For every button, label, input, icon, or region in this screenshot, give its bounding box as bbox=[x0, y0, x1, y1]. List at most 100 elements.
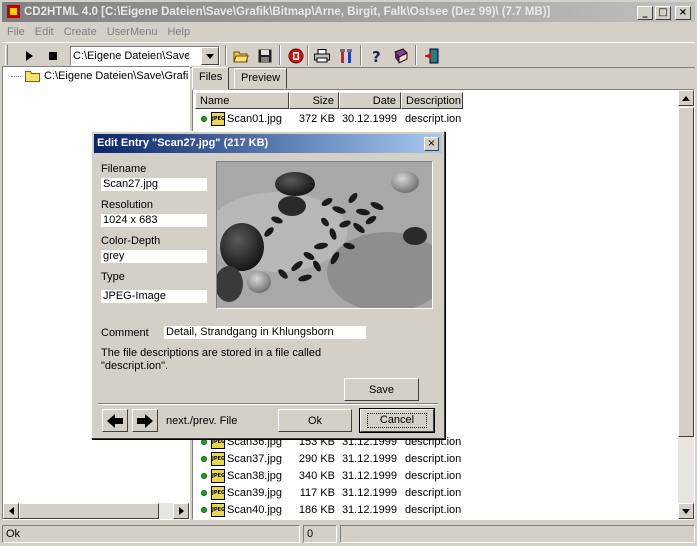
minimize-button[interactable]: _ bbox=[637, 6, 653, 20]
info-text: The file descriptions are stored in a fi… bbox=[101, 347, 322, 372]
tab-preview[interactable]: Preview bbox=[234, 68, 288, 89]
tab-files[interactable]: Files bbox=[192, 67, 230, 90]
edit-entry-dialog: Edit Entry "Scan27.jpg" (217 KB) × Filen… bbox=[91, 131, 445, 439]
jpeg-file-icon: JPEG bbox=[211, 111, 225, 126]
column-date[interactable]: Date bbox=[339, 92, 401, 109]
save-disk-icon[interactable] bbox=[254, 45, 276, 67]
dialog-title: Edit Entry "Scan27.jpg" (217 KB) bbox=[97, 137, 269, 149]
ok-button[interactable]: Ok bbox=[278, 409, 352, 432]
file-description: descript.ion bbox=[405, 486, 462, 499]
scroll-right-icon[interactable] bbox=[173, 503, 189, 519]
tree-connector bbox=[11, 75, 21, 77]
scroll-down-icon[interactable] bbox=[678, 503, 694, 519]
toolbar-grip[interactable] bbox=[5, 45, 8, 65]
file-size: 290 KB bbox=[298, 452, 335, 465]
status-dot-icon bbox=[201, 489, 207, 496]
filename-field[interactable]: Scan27.jpg bbox=[101, 178, 207, 191]
file-name: Scan39.jpg bbox=[227, 486, 283, 499]
folder-icon bbox=[25, 71, 40, 82]
status-extra bbox=[340, 525, 695, 543]
toolbar-separator bbox=[415, 45, 417, 65]
status-dot-icon bbox=[201, 472, 207, 479]
dialog-title-bar[interactable]: Edit Entry "Scan27.jpg" (217 KB) × bbox=[94, 134, 442, 153]
chevron-down-icon[interactable] bbox=[201, 47, 219, 65]
file-name-cell: JPEG Scan01.jpg bbox=[195, 111, 289, 126]
menu-bar: File Edit Create UserMenu Help bbox=[2, 23, 195, 41]
toolbar-separator bbox=[225, 45, 227, 65]
table-row[interactable]: JPEG Scan38.jpg 340 KB 31.12.1999 descript.i… bbox=[195, 467, 675, 484]
prev-file-button[interactable] bbox=[102, 409, 128, 432]
menu-help[interactable]: Help bbox=[162, 23, 195, 41]
menu-usermenu[interactable]: UserMenu bbox=[102, 23, 163, 41]
menu-file[interactable]: File bbox=[2, 23, 30, 41]
resolution-field[interactable]: 1024 x 683 bbox=[101, 214, 207, 227]
file-description: descript.ion bbox=[405, 503, 462, 516]
column-name[interactable]: Name bbox=[195, 92, 289, 109]
path-input[interactable] bbox=[71, 47, 189, 65]
file-name: Scan40.jpg bbox=[227, 503, 283, 516]
exit-door-icon[interactable] bbox=[421, 45, 443, 67]
status-count: 0 bbox=[303, 525, 337, 543]
tree-root-label: C:\Eigene Dateien\Save\Grafik\Bitmap bbox=[44, 70, 189, 82]
cancel-button-label: Cancel bbox=[366, 413, 428, 428]
column-size[interactable]: Size bbox=[289, 92, 339, 109]
comment-field[interactable]: Detail, Strandgang in Khlungsborn bbox=[164, 326, 366, 339]
jpeg-file-icon: JPEG bbox=[211, 485, 225, 500]
next-file-button[interactable] bbox=[132, 409, 158, 432]
file-name-cell: JPEG Scan38.jpg bbox=[195, 468, 289, 483]
file-description: descript.ion bbox=[405, 112, 462, 125]
arrow-right-icon bbox=[137, 413, 153, 428]
maximize-button[interactable]: □ bbox=[655, 6, 671, 20]
file-description: descript.ion bbox=[405, 452, 462, 465]
resolution-label: Resolution bbox=[101, 199, 153, 211]
file-description: descript.ion bbox=[405, 469, 462, 482]
tools-icon[interactable] bbox=[335, 45, 357, 67]
table-row[interactable]: JPEG Scan40.jpg 186 KB 31.12.1999 descript.i… bbox=[195, 501, 675, 518]
close-button[interactable]: × bbox=[675, 6, 691, 20]
book-icon[interactable] bbox=[390, 45, 412, 67]
ok-button-label: Ok bbox=[307, 414, 323, 427]
stop-icon[interactable] bbox=[42, 45, 64, 67]
menu-create[interactable]: Create bbox=[59, 23, 102, 41]
help-icon[interactable]: ? bbox=[366, 45, 388, 67]
save-button[interactable]: Save bbox=[344, 378, 419, 401]
file-date: 31.12.1999 bbox=[341, 452, 397, 465]
tree-root-node[interactable]: C:\Eigene Dateien\Save\Grafik\Bitmap bbox=[11, 70, 189, 82]
table-row[interactable]: JPEG Scan39.jpg 117 KB 31.12.1999 descript.i… bbox=[195, 484, 675, 501]
comment-label: Comment bbox=[101, 327, 149, 339]
title-bar[interactable]: CD2HTML 4.0 [C:\Eigene Dateien\Save\Graf… bbox=[2, 2, 695, 22]
column-description[interactable]: Description bbox=[401, 92, 463, 109]
table-row[interactable]: JPEG Scan01.jpg 372 KB 30.12.1999 descript.i… bbox=[195, 110, 675, 127]
cancel-button[interactable]: Cancel bbox=[359, 408, 435, 433]
print-icon[interactable] bbox=[311, 45, 333, 67]
path-combo[interactable] bbox=[70, 46, 220, 66]
toolbar-separator bbox=[360, 45, 362, 65]
file-date: 30.12.1999 bbox=[341, 112, 397, 125]
file-date: 31.12.1999 bbox=[341, 503, 397, 516]
arrow-left-icon bbox=[107, 413, 123, 428]
file-size: 372 KB bbox=[298, 112, 335, 125]
status-bar: Ok 0 bbox=[2, 525, 695, 544]
scroll-left-icon[interactable] bbox=[3, 503, 19, 519]
status-dot-icon bbox=[201, 455, 207, 462]
color-depth-field[interactable]: grey bbox=[101, 250, 207, 263]
close-icon[interactable]: × bbox=[424, 137, 439, 151]
type-field[interactable]: JPEG-Image bbox=[101, 290, 207, 303]
file-name-cell: JPEG Scan40.jpg bbox=[195, 502, 289, 517]
type-label: Type bbox=[101, 271, 125, 283]
scroll-thumb[interactable] bbox=[678, 107, 694, 437]
color-depth-label: Color-Depth bbox=[101, 235, 161, 247]
open-folder-icon[interactable] bbox=[230, 45, 252, 67]
play-icon[interactable] bbox=[18, 45, 40, 67]
tree-horizontal-scrollbar[interactable] bbox=[3, 503, 189, 519]
stop-sign-icon[interactable] bbox=[285, 45, 307, 67]
table-row[interactable]: JPEG Scan37.jpg 290 KB 31.12.1999 descript.i… bbox=[195, 450, 675, 467]
toolbar-separator bbox=[279, 45, 281, 65]
file-size: 340 KB bbox=[298, 469, 335, 482]
scroll-up-icon[interactable] bbox=[678, 90, 694, 106]
jpeg-file-icon: JPEG bbox=[211, 502, 225, 517]
scroll-thumb[interactable] bbox=[19, 503, 159, 519]
file-date: 31.12.1999 bbox=[341, 486, 397, 499]
list-vertical-scrollbar[interactable] bbox=[678, 90, 694, 519]
menu-edit[interactable]: Edit bbox=[30, 23, 59, 41]
